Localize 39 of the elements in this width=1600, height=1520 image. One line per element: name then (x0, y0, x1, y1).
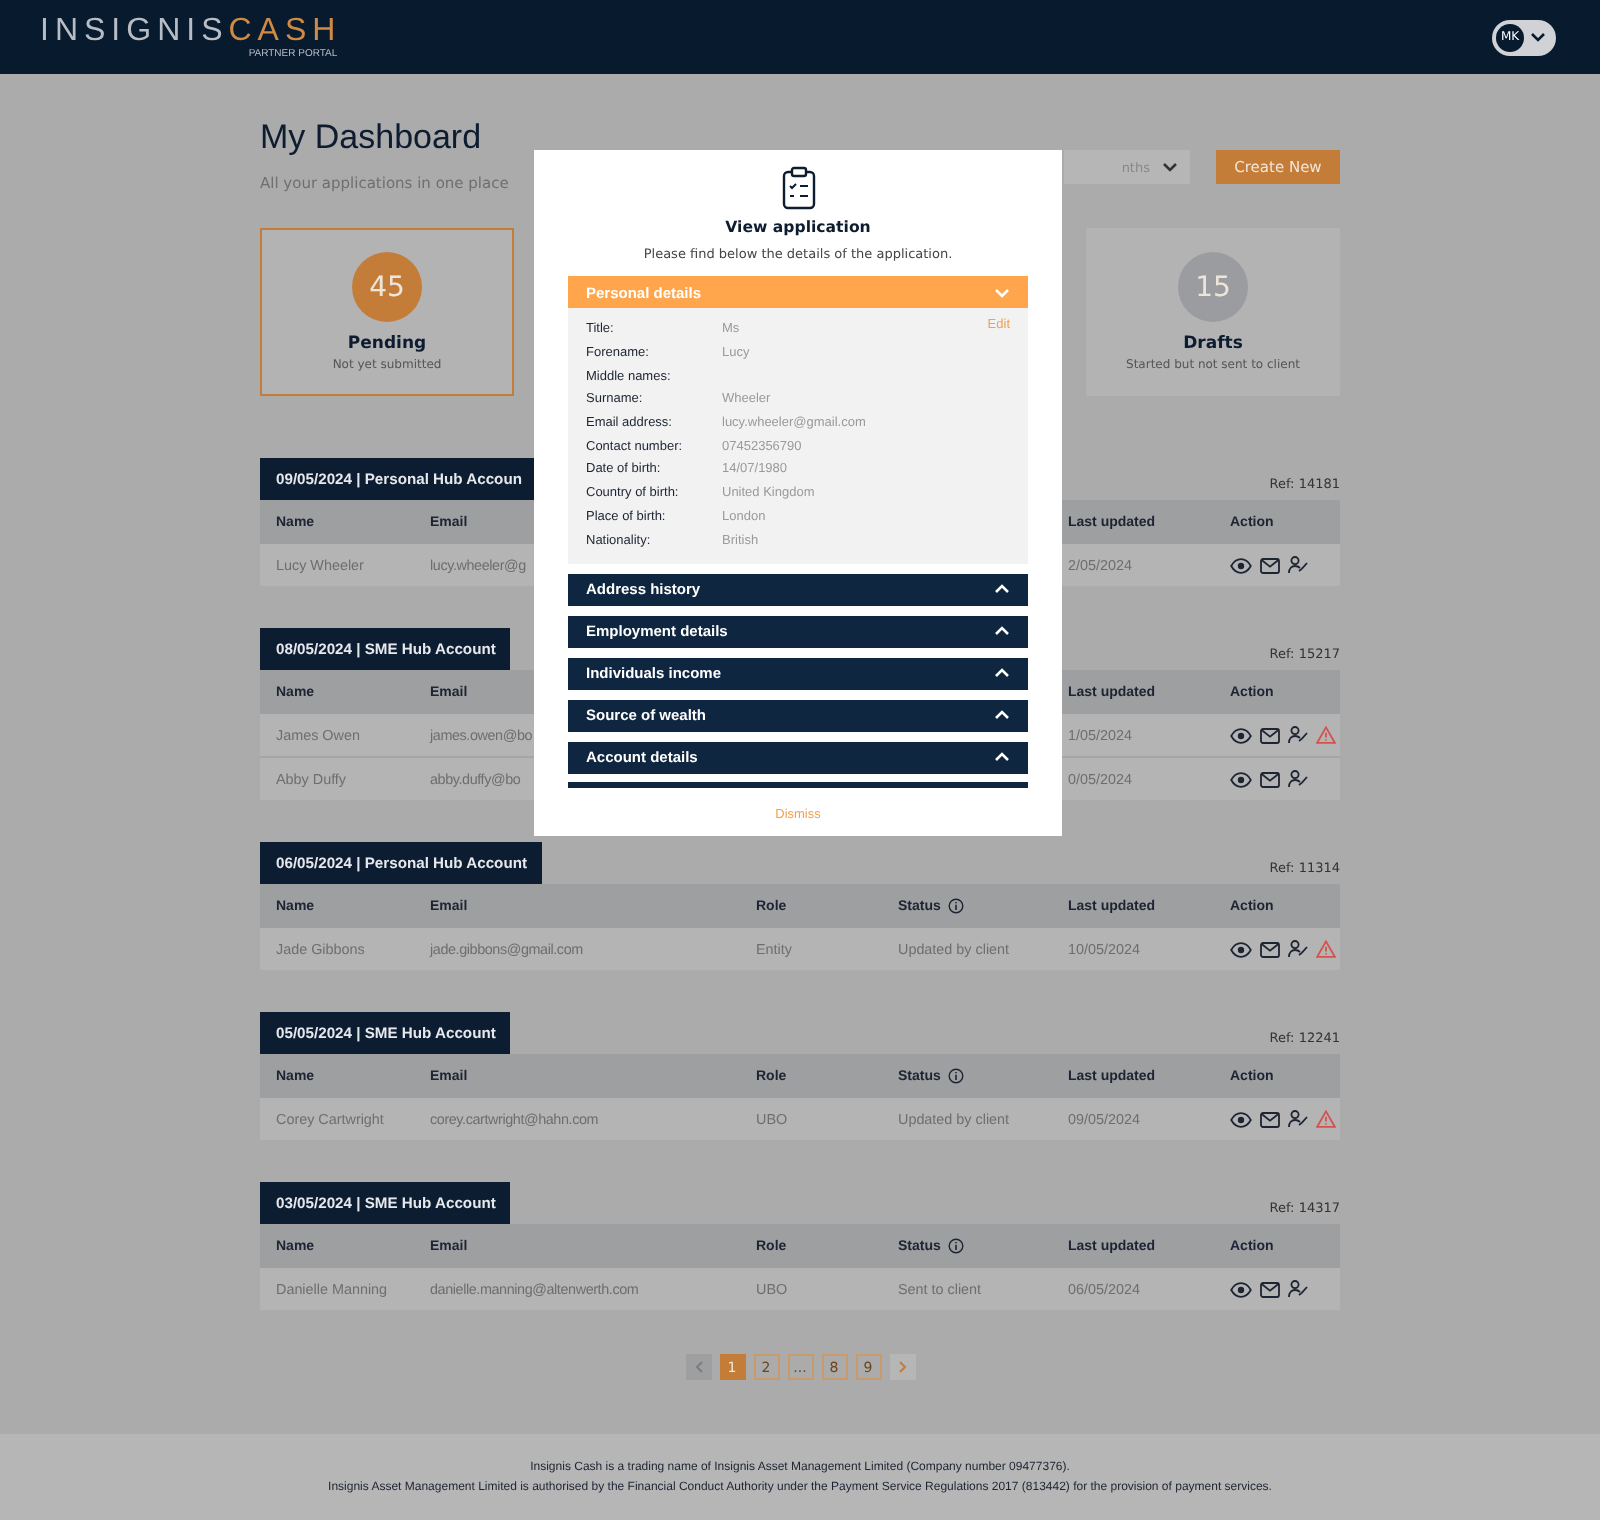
eye-icon[interactable] (1230, 727, 1252, 743)
mail-icon[interactable] (1260, 1111, 1280, 1127)
clipboard-icon (781, 166, 815, 210)
user-check-icon[interactable] (1288, 726, 1308, 744)
user-check-icon[interactable] (1288, 770, 1308, 788)
info-icon[interactable] (948, 1068, 965, 1084)
chevron-icon (1162, 162, 1178, 172)
card-label: Pending (347, 334, 427, 354)
user-check-icon[interactable] (1288, 940, 1308, 958)
eye-icon[interactable] (1230, 557, 1252, 573)
user-check-icon[interactable] (1288, 1280, 1308, 1298)
logo-text: INSIGNIS (40, 15, 229, 47)
mail-icon[interactable] (1260, 727, 1280, 743)
card-label: Drafts (1183, 334, 1243, 354)
eye-icon[interactable] (1230, 771, 1252, 787)
count-circle: 45 (352, 252, 422, 322)
chevron-icon (994, 668, 1010, 679)
mail-icon[interactable] (1260, 1281, 1280, 1297)
info-icon[interactable] (948, 898, 965, 914)
chevron-icon (994, 710, 1010, 721)
chevron-left-icon (693, 1360, 703, 1374)
chevron-icon (1530, 32, 1546, 42)
mail-icon[interactable] (1260, 557, 1280, 573)
count-circle: 15 (1178, 252, 1248, 322)
info-icon[interactable] (948, 1238, 965, 1254)
eye-icon[interactable] (1230, 941, 1252, 957)
eye-icon[interactable] (1230, 1281, 1252, 1297)
user-check-icon[interactable] (1288, 556, 1308, 574)
user-check-icon[interactable] (1288, 1110, 1308, 1128)
chevron-icon (994, 287, 1010, 297)
page-title: My Dashboard (260, 118, 484, 158)
logo-text: CASH (228, 15, 342, 47)
chevron-icon (994, 584, 1010, 595)
mail-icon[interactable] (1260, 941, 1280, 957)
mail-icon[interactable] (1260, 771, 1280, 787)
chevron-icon (994, 626, 1010, 637)
eye-icon[interactable] (1230, 1111, 1252, 1127)
chevron-right-icon (897, 1360, 907, 1374)
chevron-icon (994, 752, 1010, 763)
